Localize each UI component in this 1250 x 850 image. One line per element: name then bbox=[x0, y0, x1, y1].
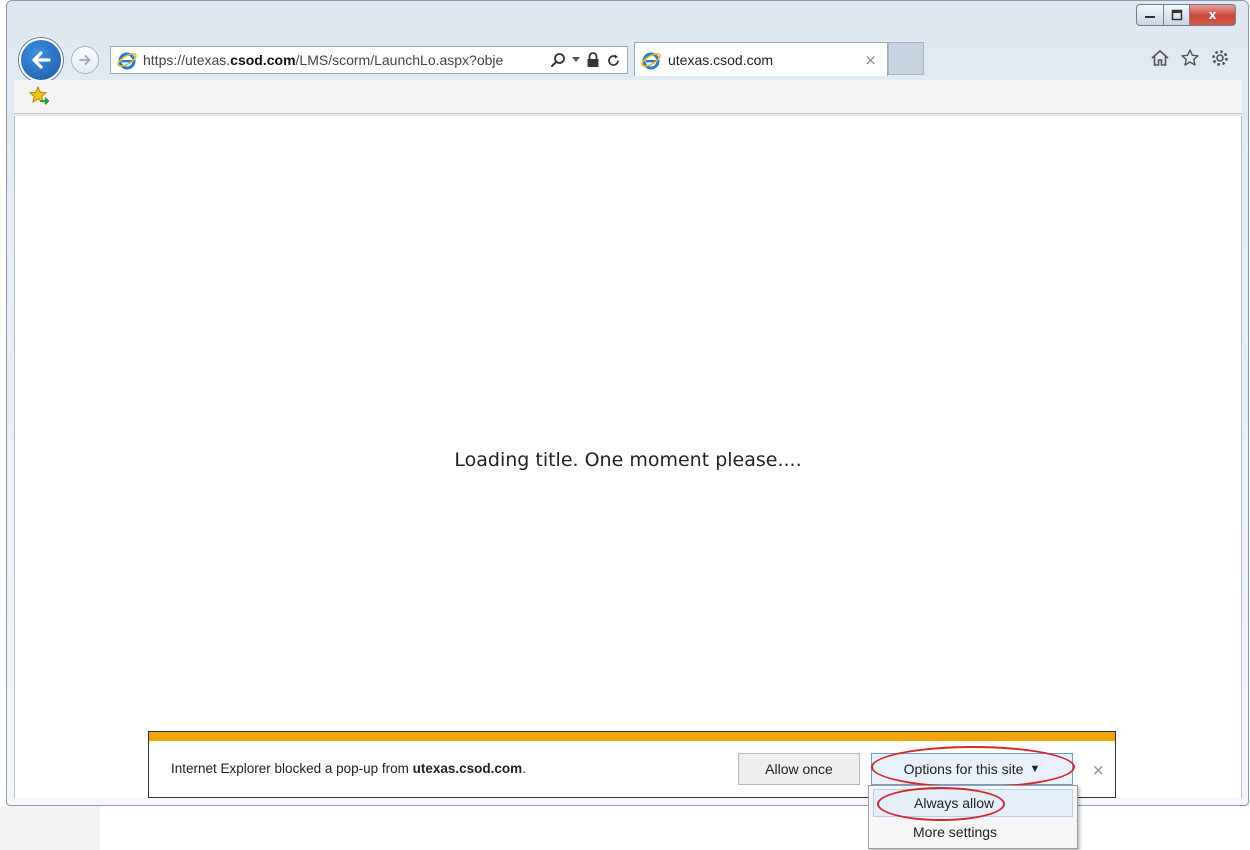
refresh-icon[interactable] bbox=[606, 53, 621, 68]
favorites-star-icon[interactable] bbox=[1180, 48, 1200, 68]
ie-logo-icon bbox=[641, 52, 661, 69]
options-for-this-site-button[interactable]: Options for this site ▼ bbox=[871, 753, 1073, 785]
caption-buttons: x bbox=[1136, 4, 1236, 26]
back-button[interactable] bbox=[19, 38, 63, 82]
close-window-button[interactable]: x bbox=[1190, 4, 1236, 26]
tab-utexas[interactable]: utexas.csod.com × bbox=[634, 42, 888, 76]
menu-item-more-settings[interactable]: More settings bbox=[873, 818, 1073, 846]
add-favorites-icon[interactable] bbox=[28, 85, 50, 107]
menu-item-always-allow[interactable]: Always allow bbox=[873, 789, 1073, 817]
notification-message: Internet Explorer blocked a pop-up from … bbox=[171, 761, 526, 776]
desktop-background bbox=[0, 806, 100, 850]
notification-close-icon[interactable]: × bbox=[1092, 761, 1105, 779]
favorites-bar bbox=[14, 80, 1242, 114]
url-text[interactable]: https://utexas.csod.com/LMS/scorm/Launch… bbox=[143, 52, 550, 68]
tab-close-icon[interactable]: × bbox=[864, 51, 877, 69]
back-arrow-icon bbox=[32, 51, 51, 69]
search-icon[interactable] bbox=[550, 52, 566, 68]
options-button-label: Options for this site bbox=[903, 761, 1024, 777]
lock-icon[interactable] bbox=[586, 52, 600, 68]
forward-arrow-icon bbox=[79, 55, 91, 65]
maximize-button[interactable] bbox=[1164, 4, 1190, 26]
address-bar[interactable]: https://utexas.csod.com/LMS/scorm/Launch… bbox=[110, 46, 628, 74]
tab-title: utexas.csod.com bbox=[668, 51, 774, 68]
notification-accent-bar bbox=[149, 732, 1115, 741]
ie-logo-icon bbox=[117, 52, 137, 70]
home-icon[interactable] bbox=[1150, 48, 1170, 68]
allow-once-button[interactable]: Allow once bbox=[738, 753, 860, 785]
gear-icon[interactable] bbox=[1210, 48, 1230, 68]
new-tab-button[interactable] bbox=[888, 42, 924, 75]
minimize-button[interactable] bbox=[1136, 4, 1164, 26]
minimize-icon bbox=[1145, 16, 1155, 18]
maximize-icon bbox=[1171, 9, 1182, 21]
dropdown-arrow-icon[interactable] bbox=[572, 57, 580, 63]
page-content: Loading title. One moment please.... bbox=[14, 116, 1242, 798]
loading-message: Loading title. One moment please.... bbox=[454, 449, 802, 471]
toolbar-icons bbox=[1150, 48, 1230, 68]
forward-button[interactable] bbox=[71, 46, 99, 74]
site-options-menu: Always allow More settings bbox=[868, 785, 1078, 849]
chevron-down-icon: ▼ bbox=[1029, 763, 1041, 775]
